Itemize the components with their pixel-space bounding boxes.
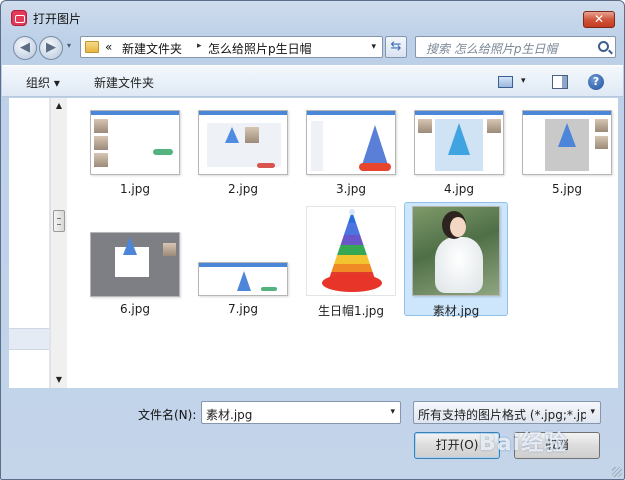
file-item[interactable]: 6.jpg	[83, 203, 187, 317]
thumbnail-panel	[207, 123, 281, 167]
file-thumbnail	[412, 206, 500, 296]
thumbnail-button	[257, 163, 275, 168]
file-thumbnail	[522, 110, 612, 175]
search-placeholder: 搜索 怎么给照片p生日帽	[426, 42, 558, 56]
file-thumbnail	[90, 110, 180, 175]
scroll-up-arrow[interactable]: ▲	[51, 98, 67, 114]
back-button[interactable]: ◀	[13, 36, 37, 60]
thumbnail-header	[415, 111, 503, 115]
filename-value[interactable]: 素材.jpg	[206, 406, 252, 423]
navigation-scrollbar[interactable]: ▲ ▼	[50, 98, 67, 388]
file-type-value: 所有支持的图片格式 (*.jpg;*.jp	[418, 408, 586, 422]
file-item[interactable]: 7.jpg	[191, 203, 295, 317]
open-image-dialog: 打开图片 ✕ ◀ ▶ ▾ « 新建文件夹 ▸ 怎么给照片p生日帽 ▾ ⇆ 搜索 …	[0, 0, 625, 480]
navigation-pane-item[interactable]	[9, 328, 49, 350]
new-folder-button[interactable]: 新建文件夹	[94, 74, 154, 91]
close-button[interactable]: ✕	[583, 11, 615, 28]
file-type-dropdown[interactable]: ▾	[590, 407, 595, 417]
refresh-button[interactable]: ⇆	[385, 36, 407, 58]
thumbnail-button	[261, 287, 277, 291]
file-name: 6.jpg	[119, 302, 151, 316]
thumbnail-photo	[245, 127, 259, 143]
file-name: 7.jpg	[227, 302, 259, 316]
preview-pane-icon[interactable]	[552, 75, 568, 89]
file-item[interactable]: 5.jpg	[515, 103, 619, 217]
file-name: 素材.jpg	[432, 304, 480, 318]
file-thumbnail	[306, 110, 396, 175]
thumbnail-party-hat	[362, 125, 388, 165]
filename-label: 文件名(N):	[138, 408, 197, 422]
organize-button[interactable]: 组织 ▾	[26, 74, 60, 91]
app-icon	[11, 10, 27, 26]
file-name: 1.jpg	[119, 182, 151, 196]
thumbnail-photo	[94, 153, 108, 167]
thumbnail-party-hat	[123, 237, 137, 255]
command-bar: 组织 ▾ 新建文件夹 ▾ ?	[2, 65, 623, 97]
folder-icon	[85, 41, 99, 53]
scroll-down-arrow[interactable]: ▼	[51, 372, 67, 388]
recent-locations-dropdown[interactable]: ▾	[67, 41, 71, 50]
party-hat-image	[322, 209, 382, 292]
thumbnail-party-hat	[558, 123, 576, 147]
filename-input[interactable]: 素材.jpg ▾	[201, 401, 401, 424]
file-name: 2.jpg	[227, 182, 259, 196]
thumbnail-hat-brim	[359, 163, 391, 171]
address-dropdown[interactable]: ▾	[371, 42, 376, 52]
file-item[interactable]: 生日帽1.jpg	[299, 203, 403, 318]
file-item[interactable]: 4.jpg	[407, 103, 511, 217]
breadcrumb-separator[interactable]: ▸	[197, 41, 202, 51]
view-options-dropdown[interactable]: ▾	[521, 76, 526, 86]
file-type-filter[interactable]: 所有支持的图片格式 (*.jpg;*.jp ▾	[413, 401, 601, 424]
title-bar[interactable]: 打开图片 ✕	[1, 1, 624, 33]
change-view-icon[interactable]	[498, 76, 513, 88]
thumbnail-header	[199, 111, 287, 115]
file-thumbnail	[198, 262, 288, 296]
thumbnail-party-hat	[237, 271, 251, 291]
file-name: 生日帽1.jpg	[317, 304, 385, 318]
thumbnail-panel	[311, 121, 323, 171]
thumbnail-header	[199, 263, 287, 267]
thumbnail-photo	[595, 136, 608, 149]
search-icon[interactable]	[598, 41, 609, 52]
dialog-title: 打开图片	[33, 12, 82, 26]
file-thumbnail	[90, 232, 180, 297]
thumbnail-header	[307, 111, 395, 115]
forward-button[interactable]: ▶	[39, 36, 63, 60]
breadcrumb-overflow[interactable]: «	[105, 40, 112, 54]
photo-subject	[435, 237, 483, 293]
breadcrumb-new-folder[interactable]: 新建文件夹	[122, 40, 182, 57]
file-thumbnail	[306, 206, 396, 296]
address-bar[interactable]: « 新建文件夹 ▸ 怎么给照片p生日帽 ▾	[80, 36, 383, 58]
filename-dropdown[interactable]: ▾	[390, 407, 395, 417]
thumbnail-photo	[487, 119, 501, 133]
thumbnail-button	[153, 149, 173, 155]
thumbnail-photo	[595, 119, 608, 132]
file-item[interactable]: 3.jpg	[299, 103, 403, 217]
file-name: 4.jpg	[443, 182, 475, 196]
navigation-pane[interactable]	[9, 98, 50, 388]
search-input[interactable]: 搜索 怎么给照片p生日帽	[415, 36, 616, 58]
scroll-thumb[interactable]	[53, 210, 65, 232]
watermark: Bai经验	[479, 431, 568, 456]
thumbnail-header	[523, 111, 611, 115]
file-browser: ▲ ▼ 1.jpg 2.jpg 3.jpg 4.jpg 5.jpg 6.jpg …	[9, 98, 618, 388]
file-name: 5.jpg	[551, 182, 583, 196]
file-item[interactable]: 1.jpg	[83, 103, 187, 217]
breadcrumb-current-folder[interactable]: 怎么给照片p生日帽	[208, 40, 312, 57]
file-name: 3.jpg	[335, 182, 367, 196]
thumbnail-photo	[94, 119, 108, 133]
thumbnail-photo	[418, 119, 432, 133]
thumbnail-header	[91, 111, 179, 115]
file-item[interactable]: 2.jpg	[191, 103, 295, 217]
thumbnail-party-hat	[448, 123, 470, 155]
resize-grip[interactable]	[612, 467, 622, 477]
file-thumbnail	[414, 110, 504, 175]
help-icon[interactable]: ?	[588, 74, 604, 90]
thumbnail-party-hat	[225, 127, 239, 143]
file-item-selected[interactable]: 素材.jpg	[404, 202, 508, 318]
photo-subject-head	[450, 217, 466, 237]
thumbnail-photo	[163, 243, 176, 256]
thumbnail-photo	[94, 136, 108, 150]
file-thumbnail	[198, 110, 288, 175]
